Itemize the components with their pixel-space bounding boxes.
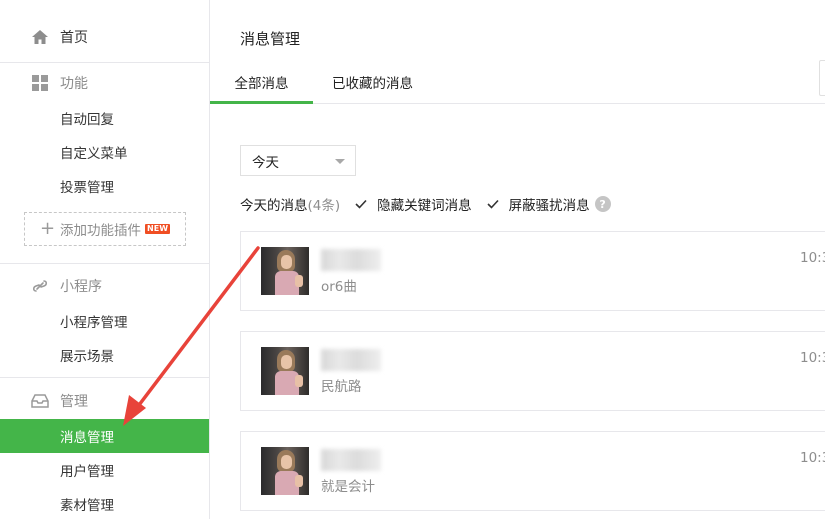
group-title-feature: 功能 [60, 76, 88, 92]
sidebar-item-message-manage[interactable]: 消息管理 [0, 419, 209, 453]
message-item[interactable]: 丽 就是会计 10:3 [240, 431, 825, 511]
page-title: 消息管理 [240, 30, 301, 48]
sidebar-item-display-scene[interactable]: 展示场景 [0, 338, 209, 372]
inbox-icon [30, 391, 50, 411]
sidebar-item-material-manage[interactable]: 素材管理 [0, 487, 209, 521]
sidebar-item-miniprogram-manage[interactable]: 小程序管理 [0, 304, 209, 338]
sidebar-item-custom-menu[interactable]: 自定义菜单 [0, 135, 209, 169]
sidebar-item-user-manage[interactable]: 用户管理 [0, 453, 209, 487]
divider [0, 62, 209, 63]
message-count: (4条) [307, 198, 341, 214]
avatar[interactable] [261, 247, 309, 295]
message-time: 10:3 [800, 350, 825, 366]
sidebar: 首页 功能 自动回复 自定义菜单 投票管理 + 添加功能插件 NEW 小程序 小… [0, 0, 210, 519]
nav-home-label: 首页 [60, 30, 88, 46]
new-badge: NEW [145, 224, 171, 234]
tab-starred-messages[interactable]: 已收藏的消息 [332, 62, 413, 102]
message-item[interactable]: 丽 民航路 10:3 [240, 331, 825, 411]
nickname[interactable]: 丽 [321, 349, 381, 371]
block-spam-checkbox[interactable]: 屏蔽骚扰消息 [486, 194, 590, 214]
date-select[interactable]: 今天 [240, 145, 356, 176]
grid-icon [30, 73, 50, 93]
message-preview: or6曲 [321, 279, 357, 295]
group-title-manage: 管理 [60, 394, 88, 410]
chevron-down-icon [335, 159, 345, 164]
group-title-miniprogram: 小程序 [60, 279, 102, 295]
link-icon [30, 276, 50, 296]
avatar[interactable] [261, 447, 309, 495]
message-time: 10:3 [800, 450, 825, 466]
filter-row: 今天的消息 (4条) 隐藏关键词消息 屏蔽骚扰消息 ? [240, 194, 611, 214]
plus-icon: + [39, 218, 56, 239]
nickname[interactable]: 丽 [321, 249, 381, 271]
tab-bar: 全部消息 已收藏的消息 [210, 62, 825, 104]
block-spam-label: 屏蔽骚扰消息 [508, 198, 590, 214]
message-preview: 就是会计 [321, 479, 375, 495]
message-time: 10:3 [800, 250, 825, 266]
hide-keyword-checkbox[interactable]: 隐藏关键词消息 [354, 194, 472, 214]
add-plugin-button[interactable]: + 添加功能插件 NEW [24, 212, 186, 246]
date-select-value: 今天 [252, 154, 279, 171]
sidebar-item-vote[interactable]: 投票管理 [0, 169, 209, 203]
check-icon [354, 197, 368, 211]
add-plugin-label: 添加功能插件 [60, 223, 142, 239]
nav-home[interactable]: 首页 [0, 20, 209, 54]
message-item[interactable]: 丽 or6曲 10:3 [240, 231, 825, 311]
message-preview: 民航路 [321, 379, 362, 395]
help-icon[interactable]: ? [594, 196, 611, 212]
group-feature: 功能 [0, 66, 209, 100]
search-box-edge[interactable] [819, 60, 825, 96]
check-icon [486, 197, 500, 211]
sidebar-item-auto-reply[interactable]: 自动回复 [0, 101, 209, 135]
divider [0, 377, 209, 378]
message-summary-label: 今天的消息 [240, 198, 308, 214]
home-icon [30, 27, 50, 47]
nickname[interactable]: 丽 [321, 449, 381, 471]
divider [0, 263, 209, 264]
group-manage: 管理 [0, 384, 209, 418]
tab-all-messages[interactable]: 全部消息 [210, 62, 313, 104]
group-miniprogram: 小程序 [0, 269, 209, 303]
avatar[interactable] [261, 347, 309, 395]
hide-keyword-label: 隐藏关键词消息 [377, 198, 472, 214]
